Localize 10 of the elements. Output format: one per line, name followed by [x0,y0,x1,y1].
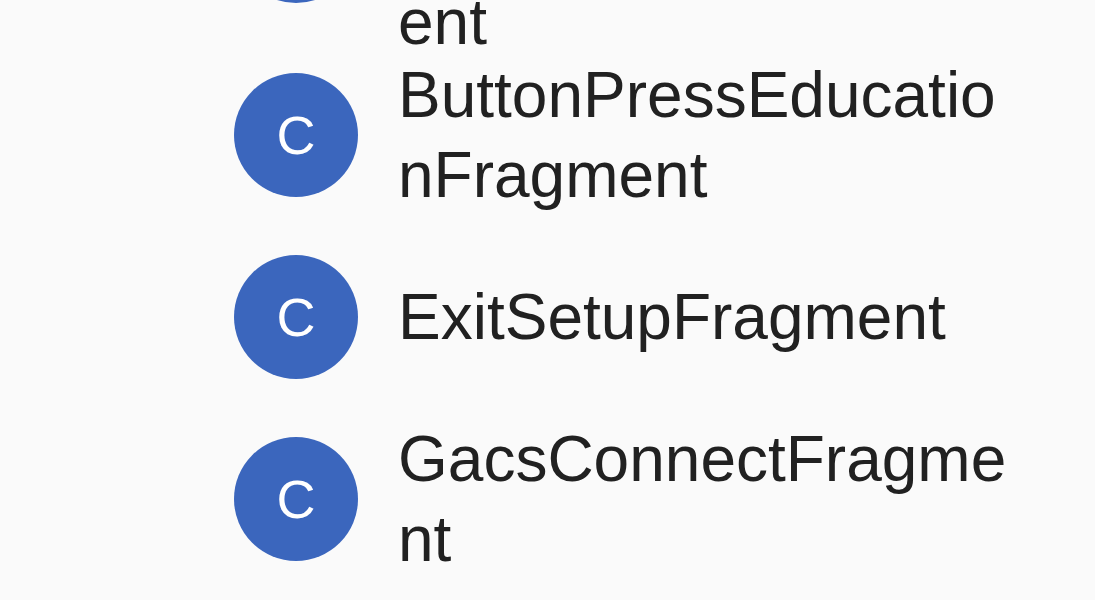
class-list-item[interactable]: C ButtonPressEducationFragment [0,44,1095,226]
class-name: ButtonPressEducationFragment [398,58,997,213]
class-list-item[interactable]: C GacsConnectFragment [0,408,1095,590]
class-list-item[interactable]: C ExitSetupFragment [0,226,1095,408]
class-badge: C [234,73,358,197]
class-name: GacsConnectFragment [398,422,1008,577]
class-name: ExitSetupFragment [398,280,947,355]
class-name: ent [398,0,487,44]
class-badge: C [234,437,358,561]
class-badge: C [234,255,358,379]
